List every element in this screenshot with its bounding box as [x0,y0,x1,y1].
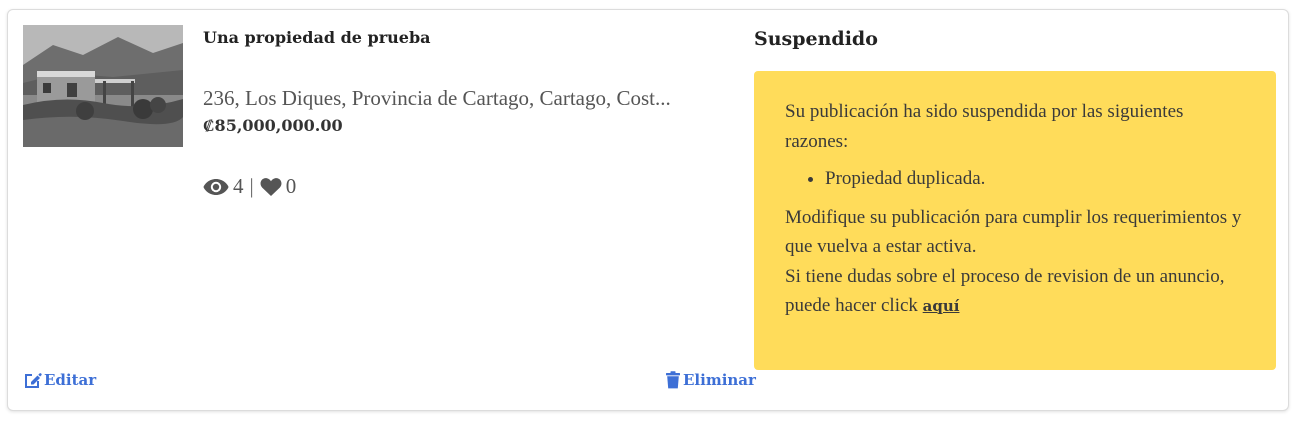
help-text: Si tiene dudas sobre el proceso de revis… [785,265,1225,317]
edit-button[interactable]: Editar [23,371,96,389]
reason-item: Propiedad duplicada. [825,164,1246,194]
property-stats: 4 | 0 [203,174,296,199]
heart-icon [260,177,282,196]
status-title: Suspendido [754,28,878,50]
edit-icon [25,373,42,388]
likes-count: 0 [285,174,297,198]
property-address: 236, Los Diques, Provincia de Cartago, C… [203,86,671,110]
property-card: Una propiedad de prueba 236, Los Diques,… [7,9,1289,411]
trash-icon [666,371,680,389]
delete-button[interactable]: Eliminar [665,371,756,389]
delete-label: Eliminar [683,371,756,389]
views-count: 4 [233,174,244,198]
property-price: ₡85,000,000.00 [203,116,343,135]
help-text-line: Si tiene dudas sobre el proceso de revis… [785,262,1246,322]
eye-icon [203,178,229,195]
reasons-list: Propiedad duplicada. [785,164,1246,194]
property-title[interactable]: Una propiedad de prueba [203,28,431,47]
suspension-instruction: Modifique su publicación para cumplir lo… [785,206,1242,258]
suspension-intro: Su publicación ha sido suspendida por la… [785,101,1184,152]
stats-separator: | [249,174,254,198]
house-photo-icon [23,25,183,147]
suspension-alert: Su publicación ha sido suspendida por la… [754,71,1276,370]
property-image[interactable] [23,25,183,147]
help-link[interactable]: aquí [923,297,960,315]
edit-label: Editar [44,371,97,389]
